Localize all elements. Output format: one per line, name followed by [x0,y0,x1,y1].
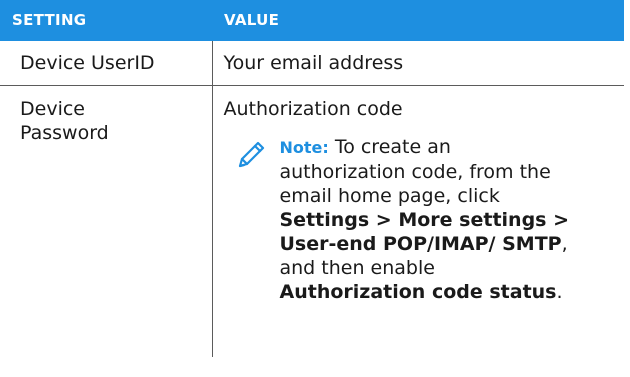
note-option: Authorization code status [279,281,557,303]
header-setting: SETTING [0,0,212,41]
setting-device-password: Device Password [0,85,213,357]
note-text: Note: To create an authorization code, f… [280,135,570,304]
value-device-userid: Your email address [212,40,624,86]
table-header-row: SETTING VALUE [0,0,624,41]
setting-device-password-line1: Device [20,98,85,120]
table-row: Device Password Authorization code Note:… [0,85,624,358]
pencil-icon [238,141,264,168]
value-device-password: Authorization code Note: To create an au… [212,86,624,358]
note-block: Note: To create an authorization code, f… [224,135,613,304]
note-label: Note: [279,138,329,157]
table-row: Device UserID Your email address [0,40,624,86]
setting-device-password-line2: Password [20,122,109,144]
setting-device-userid: Device UserID [0,40,213,86]
value-authorization-code: Authorization code [223,98,403,120]
settings-table: SETTING VALUE Device UserID Your email a… [0,0,624,357]
note-menu-path: Settings > More settings > User-end POP/… [279,209,570,255]
note-end: . [556,281,563,303]
header-value: VALUE [212,0,624,41]
